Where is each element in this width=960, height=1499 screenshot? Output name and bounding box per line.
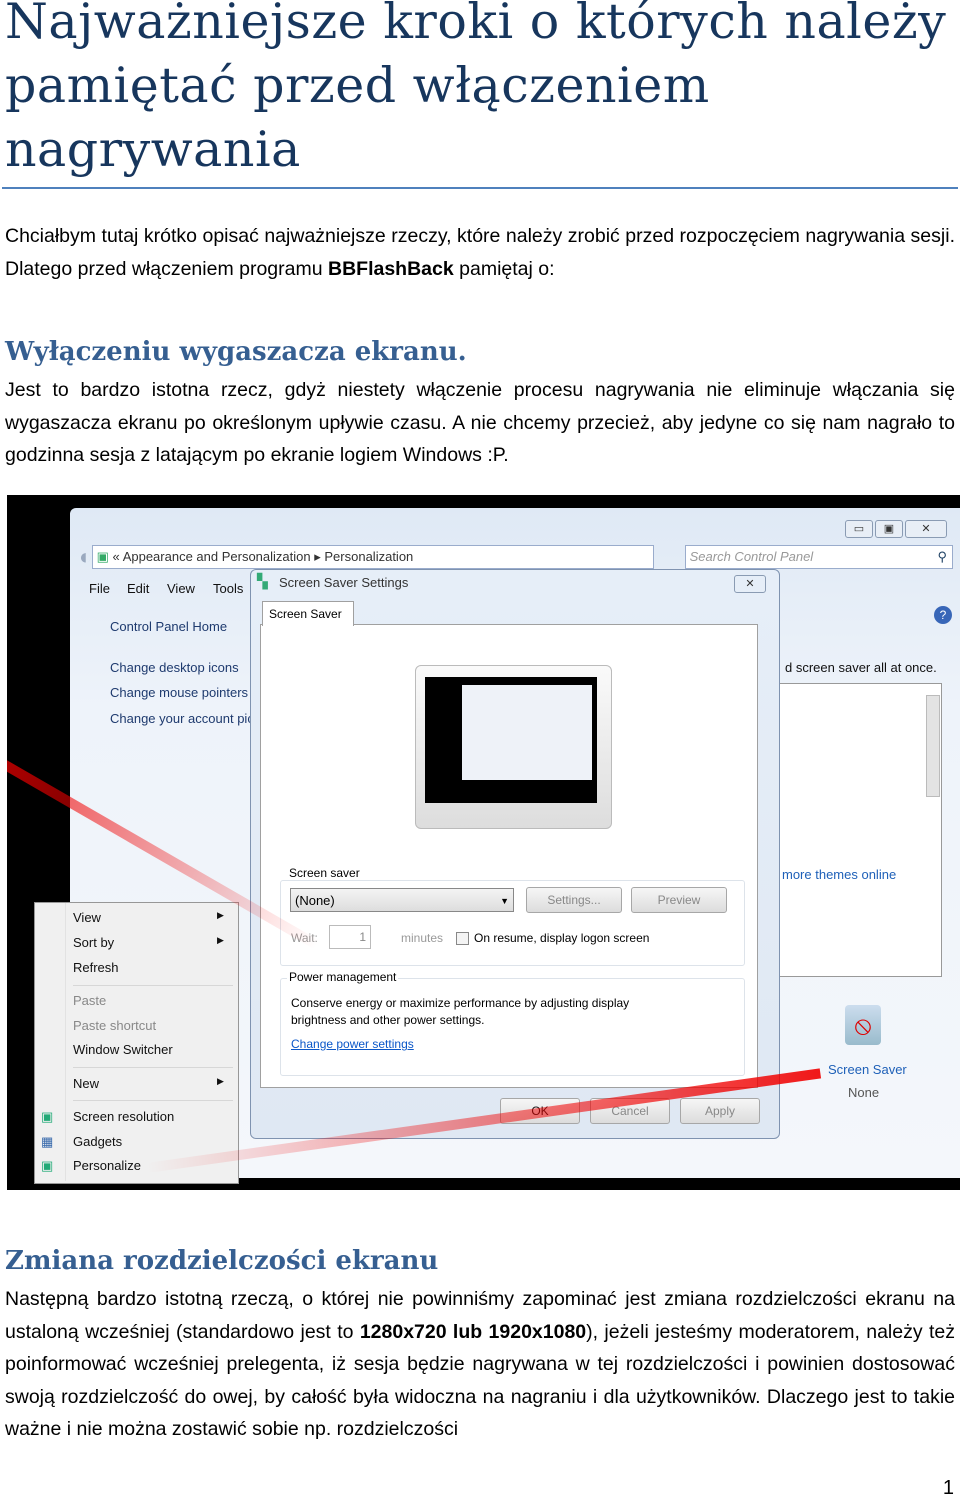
menu-item-personalize: Personalize: [73, 1158, 141, 1173]
submenu-arrow-icon: ▶: [217, 910, 224, 920]
search-box: Search Control Panel ⚲: [685, 545, 953, 569]
page-number: 1: [942, 1477, 954, 1499]
menu-file: File: [89, 581, 110, 596]
program-name: BBFlashBack: [328, 257, 454, 280]
screen-saver-label: Screen Saver: [828, 1062, 907, 1077]
menu-item-refresh: Refresh: [73, 960, 119, 975]
screen-saver-value: None: [848, 1085, 880, 1100]
menu-item-gadgets: Gadgets: [73, 1134, 123, 1149]
minutes-label: minutes: [401, 931, 444, 945]
scrollbar-thumb: [926, 695, 940, 797]
tab-screen-saver: Screen Saver: [262, 601, 354, 626]
intro-text-end: pamiętaj o:: [453, 257, 555, 280]
wait-stepper: 1: [329, 925, 371, 949]
gadgets-icon: ▦: [41, 1134, 54, 1149]
section2-paragraph: Następną bardzo istotną rzeczą, o której…: [5, 1283, 955, 1446]
title-underline: [2, 187, 958, 189]
submenu-arrow-icon: ▶: [217, 1076, 224, 1086]
resume-checkbox: [456, 932, 469, 945]
minimize-icon: ▭: [845, 520, 873, 538]
breadcrumb-separator: ▸: [314, 549, 321, 564]
menu-item-view: View: [73, 910, 101, 925]
themes-list: [777, 683, 942, 977]
sidebar-link: Change desktop icons: [110, 660, 239, 675]
document-page: Najważniejsze kroki o których należy pam…: [0, 0, 960, 1499]
sidebar-link: Change mouse pointers: [110, 685, 249, 700]
submenu-arrow-icon: ▶: [217, 935, 224, 945]
control-panel-icon: ▣: [96, 549, 109, 564]
breadcrumb-chevron: «: [112, 549, 120, 564]
menu-tools: Tools: [213, 581, 244, 596]
chevron-down-icon: ▼: [500, 896, 509, 906]
menu-gutter: [65, 903, 66, 1181]
menu-edit: Edit: [127, 581, 150, 596]
themes-description: d screen saver all at once.: [785, 660, 937, 675]
help-icon: ?: [934, 606, 952, 624]
screen-resolution-icon: ▣: [41, 1109, 54, 1124]
dialog-title: Screen Saver Settings: [279, 575, 409, 590]
group-label: Screen saver: [287, 866, 362, 880]
change-power-settings-link: Change power settings: [291, 1037, 414, 1051]
personalize-icon: ▣: [41, 1158, 54, 1173]
menu-item-window-switcher: Window Switcher: [73, 1042, 173, 1057]
search-placeholder: Search Control Panel: [689, 549, 814, 564]
close-icon: ✕: [905, 520, 947, 538]
menu-item-paste-shortcut: Paste shortcut: [73, 1018, 157, 1033]
more-themes-link: more themes online: [782, 867, 897, 882]
screenshot-image: ▭ ▣ ✕ ◐◑ ▣ « Appearance and Personalizat…: [7, 495, 960, 1190]
menu-separator: [73, 1067, 233, 1068]
apply-button: Apply: [680, 1098, 760, 1124]
settings-button: Settings...: [526, 887, 622, 913]
dialog-close-icon: ✕: [734, 575, 766, 593]
preview-window: [462, 685, 592, 780]
breadcrumb-item: Appearance and Personalization: [122, 549, 311, 564]
breadcrumb-item: Personalization: [324, 549, 414, 564]
menu-item-new: New: [73, 1076, 100, 1091]
maximize-icon: ▣: [875, 520, 903, 538]
address-bar: ▣ « Appearance and Personalization ▸ Per…: [92, 545, 654, 569]
screen-saver-select: (None) ▼: [290, 888, 514, 912]
menu-item-screen-resolution: Screen resolution: [73, 1109, 175, 1124]
sidebar-link: Control Panel Home: [110, 619, 228, 634]
menu-item-paste: Paste: [73, 993, 107, 1008]
search-icon: ⚲: [937, 549, 947, 564]
section1-heading: Wyłączeniu wygaszacza ekranu.: [5, 337, 467, 367]
section1-paragraph: Jest to bardzo istotna rzecz, gdyż niest…: [5, 379, 955, 466]
group-label: Power management: [287, 970, 399, 984]
screen-saver-icon: ⦸: [845, 1005, 881, 1045]
section2-heading: Zmiana rozdzielczości ekranu: [5, 1246, 439, 1276]
power-description: Conserve energy or maximize performance …: [291, 996, 630, 1027]
dialog-app-icon: ▚: [257, 573, 268, 589]
page-title: Najważniejsze kroki o których należy pam…: [5, 0, 947, 178]
resolution-values: 1280x720 lub 1920x1080: [359, 1320, 587, 1343]
selected-value: (None): [295, 893, 335, 908]
preview-button: Preview: [631, 887, 727, 913]
resume-label: On resume, display logon screen: [474, 931, 650, 945]
menu-item-sort-by: Sort by: [73, 935, 115, 950]
menu-separator: [73, 1100, 233, 1101]
intro-paragraph: Chciałbym tutaj krótko opisać najważniej…: [5, 220, 955, 285]
menu-view: View: [167, 581, 195, 596]
menu-separator: [73, 985, 233, 986]
